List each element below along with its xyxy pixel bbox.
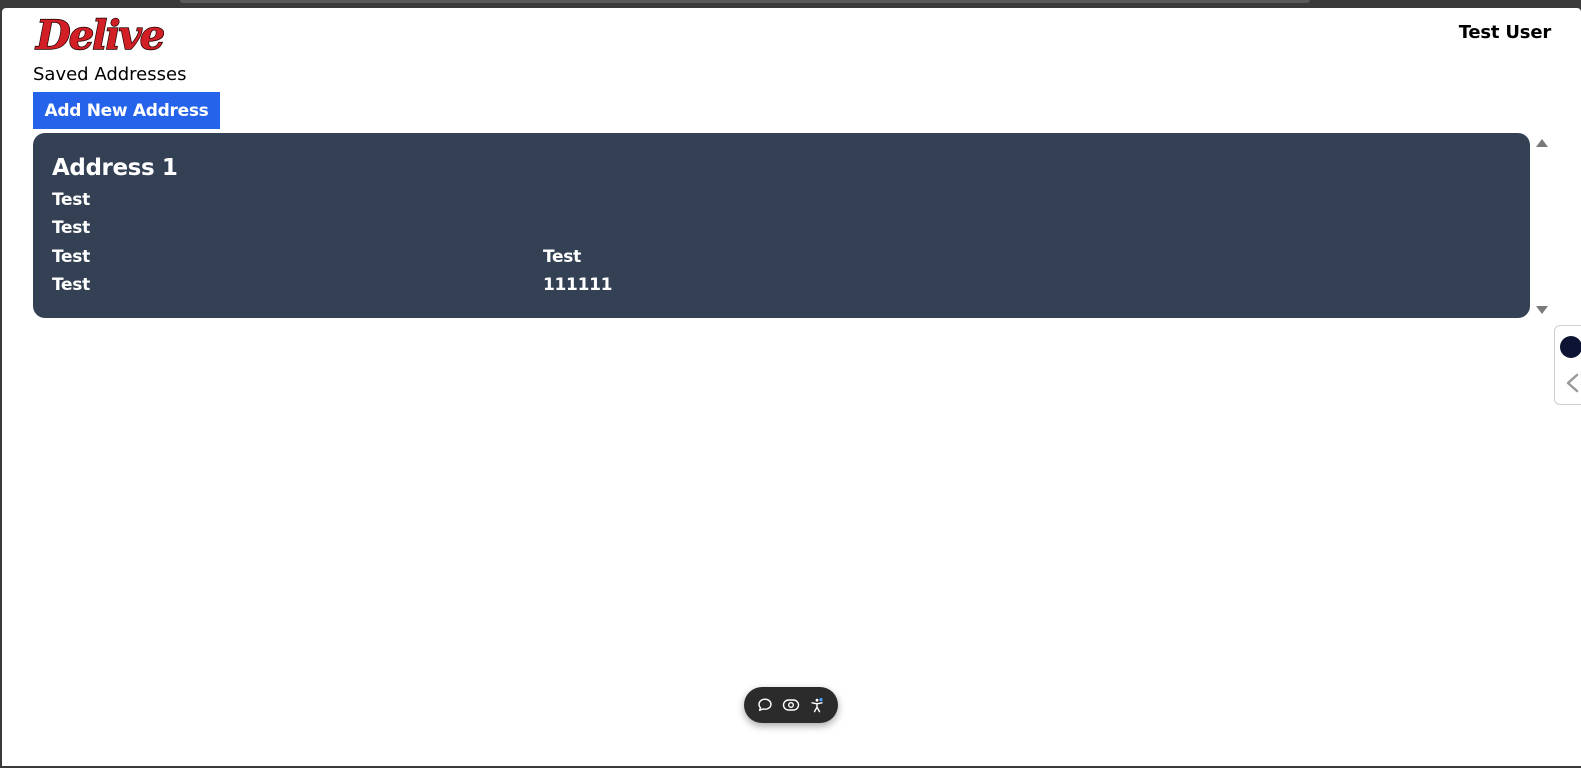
side-widget-tab[interactable]	[1554, 325, 1581, 405]
page-viewport: Delivered Test User Saved Addresses Add …	[2, 8, 1581, 766]
address-line1: Test	[52, 190, 90, 210]
address-city: Test	[52, 247, 90, 267]
address-title: Address 1	[52, 155, 178, 181]
address-state: Test	[543, 247, 581, 267]
address-pincode: 111111	[543, 275, 613, 295]
scroll-down-arrow-icon[interactable]	[1536, 306, 1548, 314]
delivered-logo[interactable]: Delivered	[34, 8, 236, 64]
browser-tab-highlight	[180, 0, 1310, 3]
address-line2: Test	[52, 218, 90, 238]
eye-icon[interactable]	[782, 696, 800, 714]
address-card[interactable]: Address 1 Test Test Test Test Test 11111…	[33, 133, 1530, 318]
address-list: Address 1 Test Test Test Test Test 11111…	[33, 133, 1549, 319]
page-title: Saved Addresses	[33, 64, 187, 85]
add-new-address-button[interactable]: Add New Address	[33, 92, 220, 129]
accessibility-toolbar	[744, 687, 838, 723]
logo-text: Delivered	[35, 12, 164, 59]
accessibility-icon[interactable]	[808, 696, 826, 714]
browser-top-strip	[0, 0, 1581, 8]
user-menu[interactable]: Test User	[1459, 22, 1551, 43]
chat-bubble-icon[interactable]	[756, 696, 774, 714]
chevron-left-icon[interactable]	[1562, 372, 1581, 394]
widget-logo-icon	[1560, 336, 1581, 358]
scroll-up-arrow-icon[interactable]	[1536, 139, 1548, 147]
address-country: Test	[52, 275, 90, 295]
